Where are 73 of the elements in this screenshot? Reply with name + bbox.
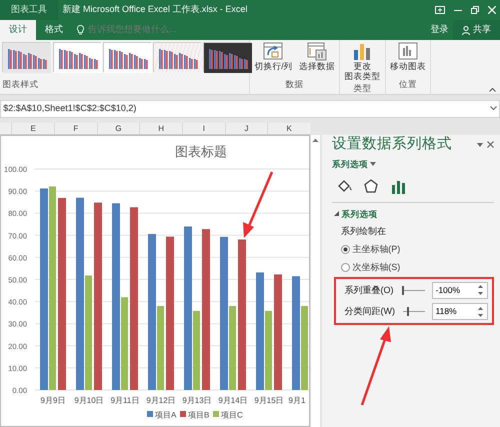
legend-label: 项目B <box>188 410 210 420</box>
collapse-ribbon-icon[interactable] <box>488 86 496 92</box>
close-icon[interactable] <box>487 141 494 148</box>
legend-item[interactable]: 项目A <box>147 410 176 420</box>
scrollbar[interactable] <box>310 135 320 427</box>
field-label: 分类间距(W) <box>344 305 396 318</box>
group-label: 数据 <box>286 79 304 90</box>
chart-style-thumbnail[interactable] <box>102 42 151 72</box>
radio-label[interactable]: 次坐标轴(S) <box>352 261 400 274</box>
value-input[interactable]: -100% <box>432 284 472 297</box>
axis-category-label: 9月12日 <box>146 396 176 405</box>
share-button[interactable]: 共享 <box>452 20 500 40</box>
column-header[interactable]: K <box>286 124 292 133</box>
series-options-dropdown[interactable]: 系列选项 <box>332 158 376 171</box>
column-header[interactable]: H <box>158 124 164 133</box>
radio-label[interactable]: 主坐标轴(P) <box>352 243 400 256</box>
legend-item[interactable]: 项目C <box>213 410 243 420</box>
restore-icon[interactable] <box>470 6 478 14</box>
field-label: 系列绘制在 <box>341 226 386 236</box>
collapse-icon[interactable] <box>334 211 340 218</box>
tell-me-field[interactable]: 告诉我您想要做什么... <box>86 22 226 38</box>
axis-category-label: 9月11日 <box>110 396 140 405</box>
ribbon-tab[interactable]: 设计 <box>0 20 36 40</box>
axis-category-label: 9月1 <box>288 396 306 405</box>
field-label: 系列重叠(O) <box>344 284 394 297</box>
window-title: 新建 Microsoft Office Excel 工作表.xlsx - Excel <box>62 3 248 16</box>
annotation-arrow <box>243 172 274 238</box>
axis-category-label: 9月9日 <box>40 396 66 405</box>
chart-title: 图表标题 <box>175 144 227 159</box>
ribbon-button[interactable]: 选择数据 <box>296 42 337 72</box>
axis-category-label: 9月14日 <box>218 396 248 405</box>
column-header[interactable]: G <box>115 124 122 133</box>
caret-icon <box>370 162 376 166</box>
group-label: 位置 <box>398 79 417 90</box>
column-header[interactable]: J <box>244 124 248 133</box>
lightbulb-icon <box>76 25 84 35</box>
value-input[interactable]: 118% <box>432 305 472 318</box>
axis-category-label: 9月15日 <box>254 396 284 405</box>
scroll-up-icon[interactable] <box>311 136 320 144</box>
legend-label: 项目A <box>155 410 177 420</box>
section-header[interactable]: 系列选项 <box>342 208 378 220</box>
sign-in-link[interactable]: 登录 <box>430 23 448 37</box>
bar-chart-icon <box>352 42 372 62</box>
slider-thumb[interactable] <box>406 307 409 316</box>
spin-field[interactable]: 118% <box>432 303 488 320</box>
chart-style-thumbnail[interactable] <box>153 42 201 72</box>
radio-button[interactable] <box>341 263 350 272</box>
chart-style-thumbnail[interactable] <box>52 42 100 72</box>
dropdown-icon[interactable] <box>476 142 482 147</box>
spin-field[interactable]: -100% <box>432 282 488 299</box>
ribbon-tab[interactable]: 格式 <box>36 20 72 40</box>
ribbon-button[interactable]: 移动图表 <box>388 42 428 72</box>
person-icon <box>462 26 471 34</box>
ribbon-button[interactable]: 切换行/列 <box>252 42 295 72</box>
column-header[interactable]: E <box>30 124 36 133</box>
chart-style-thumbnail[interactable] <box>2 42 50 72</box>
group-label: 类型 <box>353 82 372 93</box>
spinner-arrows-icon[interactable] <box>476 306 484 318</box>
radio-button[interactable] <box>341 245 350 254</box>
group-label: 图表样式 <box>2 79 38 90</box>
ribbon-display-icon[interactable] <box>434 6 444 14</box>
column-header[interactable]: I <box>202 124 205 133</box>
pane-title: 设置数据系列格式 <box>332 135 453 154</box>
legend-item[interactable]: 项目B <box>180 410 210 420</box>
chart-style-thumbnail[interactable] <box>203 42 252 72</box>
ribbon-button[interactable]: 更改 图表类型 <box>342 42 382 82</box>
slider-thumb[interactable] <box>402 286 404 295</box>
legend-label: 项目C <box>221 410 243 420</box>
axis-category-label: 9月10日 <box>74 396 104 405</box>
column-header[interactable]: F <box>73 124 78 133</box>
axis-category-label: 9月13日 <box>182 396 212 405</box>
spinner-arrows-icon[interactable] <box>476 284 484 296</box>
context-tab-label: 图表工具 <box>11 3 47 16</box>
